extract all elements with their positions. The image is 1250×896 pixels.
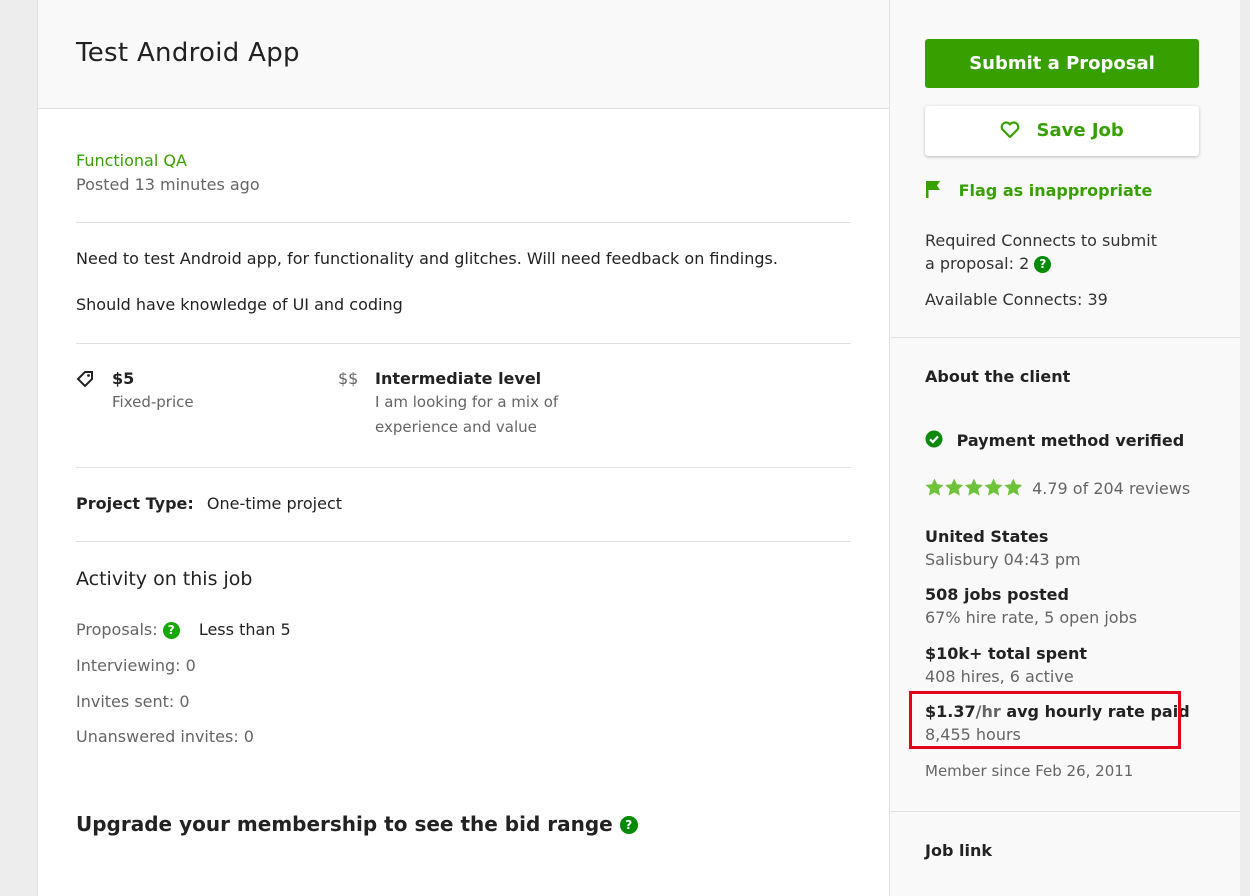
experience-level: Intermediate level [375, 369, 542, 388]
payment-verified: Payment method verified [925, 430, 1184, 450]
flag-inappropriate-link[interactable]: Flag as inappropriate [925, 180, 1152, 200]
invites-sent-count: Invites sent: 0 [76, 692, 190, 711]
heart-icon [1000, 120, 1036, 141]
project-type-value: One-time project [206, 494, 343, 513]
divider [76, 343, 851, 344]
flag-label: Flag as inappropriate [958, 181, 1153, 200]
dollar-level-icon: $$ [338, 369, 359, 388]
help-icon[interactable]: ? [162, 622, 180, 639]
member-since: Member since Feb 26, 2011 [925, 762, 1134, 780]
help-icon[interactable]: ? [1034, 256, 1052, 273]
about-client-heading: About the client [925, 367, 1071, 386]
highlight-annotation-box [909, 691, 1181, 749]
connects-available: Available Connects: 39 [925, 290, 1108, 309]
rating-text: 4.79 of 204 reviews [1032, 479, 1191, 498]
client-city-time: Salisbury 04:43 pm [925, 550, 1081, 569]
price-tag-icon [76, 370, 94, 392]
divider [76, 467, 851, 468]
total-spent: $10k+ total spent [925, 644, 1088, 663]
proposals-value: Less than 5 [198, 620, 291, 639]
star-rating-icon [925, 478, 1023, 501]
divider [890, 337, 1240, 338]
job-category-link[interactable]: Functional QA [76, 151, 187, 170]
job-description-1: Need to test Android app, for functional… [76, 249, 778, 268]
divider [890, 811, 1240, 812]
job-title: Test Android App [76, 38, 300, 68]
budget-amount: $5 [112, 369, 135, 388]
submit-proposal-button[interactable]: Submit a Proposal [925, 39, 1199, 88]
activity-heading: Activity on this job [76, 568, 253, 590]
job-description-2: Should have knowledge of UI and coding [76, 295, 403, 314]
project-type: Project Type: One-time project [76, 494, 342, 513]
help-icon[interactable]: ? [619, 816, 638, 834]
proposals-row: Proposals: ? Less than 5 [76, 620, 291, 639]
experience-desc-1: I am looking for a mix of [375, 393, 559, 411]
upgrade-text: Upgrade your membership to see the bid r… [76, 812, 613, 836]
job-link-heading: Job link [925, 841, 992, 860]
hires-count: 408 hires, 6 active [925, 667, 1074, 686]
upgrade-membership-heading: Upgrade your membership to see the bid r… [76, 812, 638, 836]
jobs-posted: 508 jobs posted [925, 585, 1069, 604]
job-details-card: Test Android App Functional QA Posted 13… [37, 0, 1240, 896]
divider [76, 222, 851, 223]
budget-type: Fixed-price [112, 393, 194, 411]
save-job-button[interactable]: Save Job [925, 106, 1199, 156]
verified-check-icon [925, 430, 957, 450]
sidebar: Submit a Proposal Save Job Flag as inapp… [889, 0, 1240, 896]
interviewing-count: Interviewing: 0 [76, 656, 196, 675]
payment-verified-label: Payment method verified [956, 431, 1185, 450]
posted-time: Posted 13 minutes ago [76, 175, 260, 194]
flag-icon [925, 181, 959, 200]
client-country: United States [925, 527, 1049, 546]
proposals-label: Proposals: [76, 620, 158, 639]
save-job-label: Save Job [1036, 120, 1124, 141]
connects-required-row: a proposal: 2 ? [925, 254, 1052, 273]
title-bar: Test Android App [38, 0, 889, 109]
project-type-label: Project Type: [76, 494, 194, 513]
hire-rate: 67% hire rate, 5 open jobs [925, 608, 1138, 627]
client-rating-row: 4.79 of 204 reviews [925, 478, 1190, 501]
connects-required-1: Required Connects to submit [925, 231, 1157, 250]
experience-desc-2: experience and value [375, 418, 537, 436]
main-column: Test Android App Functional QA Posted 13… [38, 0, 889, 896]
divider [76, 541, 851, 542]
connects-required-2: a proposal: 2 [925, 254, 1030, 273]
unanswered-invites-count: Unanswered invites: 0 [76, 727, 254, 746]
